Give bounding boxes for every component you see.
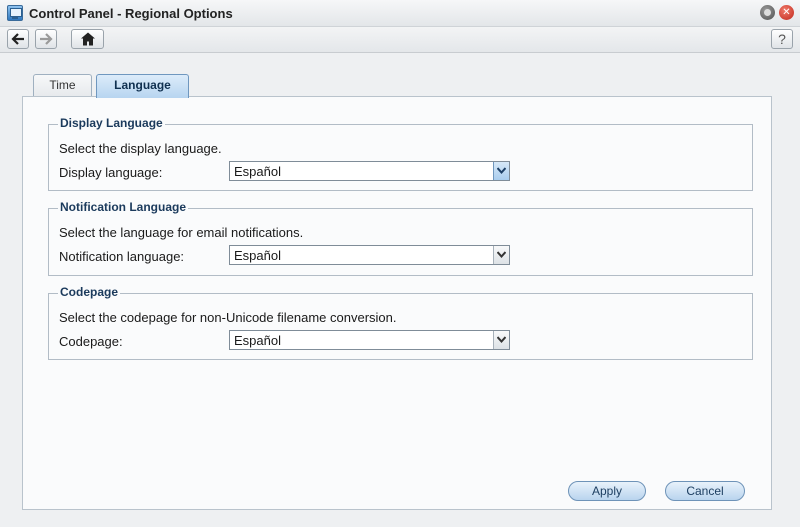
dropdown-trigger[interactable] (493, 331, 509, 349)
chevron-down-icon (497, 251, 506, 258)
notification-language-group: Notification Language Select the languag… (48, 200, 753, 276)
control-panel-icon (7, 5, 23, 21)
select-value: Español (234, 248, 281, 263)
group-legend: Codepage (58, 285, 121, 299)
tab-language[interactable]: Language (96, 74, 189, 98)
group-legend: Display Language (58, 116, 165, 130)
group-description: Select the display language. (59, 141, 222, 156)
back-button[interactable] (7, 29, 29, 49)
apply-button[interactable]: Apply (568, 481, 646, 501)
arrow-right-icon (40, 33, 53, 45)
title-bar: Control Panel - Regional Options ✕ (0, 0, 800, 27)
minimize-icon[interactable] (760, 5, 775, 20)
arrow-left-icon (11, 33, 24, 45)
help-button[interactable]: ? (771, 29, 793, 49)
group-description: Select the language for email notificati… (59, 225, 304, 240)
display-language-group: Display Language Select the display lang… (48, 116, 753, 191)
display-language-select[interactable]: Español (229, 161, 510, 181)
tab-time[interactable]: Time (33, 74, 92, 97)
group-legend: Notification Language (58, 200, 188, 214)
select-value: Español (234, 333, 281, 348)
home-button[interactable] (71, 29, 104, 49)
home-icon (80, 32, 95, 46)
dropdown-trigger[interactable] (493, 246, 509, 264)
field-label: Notification language: (59, 249, 185, 264)
field-label: Display language: (59, 165, 163, 180)
forward-button[interactable] (35, 29, 57, 49)
close-icon[interactable]: ✕ (779, 5, 794, 20)
codepage-select[interactable]: Español (229, 330, 510, 350)
field-label: Codepage: (59, 334, 123, 349)
dropdown-trigger[interactable] (493, 162, 509, 180)
chevron-down-icon (497, 167, 506, 174)
window-title: Control Panel - Regional Options (29, 6, 233, 21)
group-description: Select the codepage for non-Unicode file… (59, 310, 397, 325)
chevron-down-icon (497, 336, 506, 343)
cancel-button[interactable]: Cancel (665, 481, 745, 501)
codepage-group: Codepage Select the codepage for non-Uni… (48, 285, 753, 360)
notification-language-select[interactable]: Español (229, 245, 510, 265)
toolbar: ? (0, 27, 800, 53)
select-value: Español (234, 164, 281, 179)
